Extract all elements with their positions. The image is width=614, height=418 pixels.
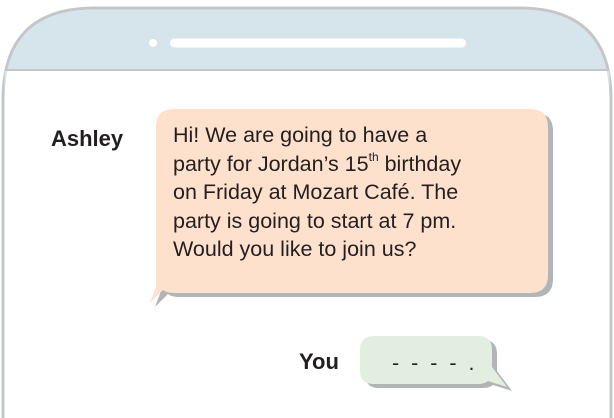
- ordinal-suffix: th: [368, 150, 379, 165]
- message-line: on Friday at Mozart Café. The: [173, 180, 459, 204]
- message-fragment: party for Jordan’s 15: [173, 151, 369, 176]
- message-line: party for Jordan’s 15th birthday: [173, 150, 461, 179]
- outgoing-message-text: - - - - .: [392, 351, 478, 375]
- incoming-message-text: Hi! We are going to have a party for Jor…: [173, 121, 461, 264]
- message-line: Hi! We are going to have a: [173, 123, 428, 147]
- sender-name-you: You: [299, 349, 339, 374]
- sender-name-ashley: Ashley: [51, 126, 124, 151]
- message-line: Would you like to join us?: [173, 237, 417, 261]
- message-fragment: birthday: [378, 151, 462, 176]
- camera-dot-icon: [149, 39, 157, 47]
- speaker-slot-icon: [170, 38, 466, 48]
- message-line: party is going to start at 7 pm.: [173, 208, 457, 233]
